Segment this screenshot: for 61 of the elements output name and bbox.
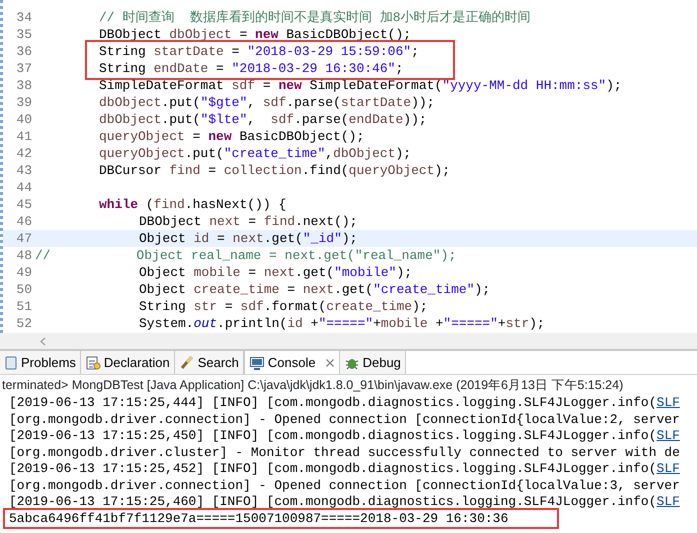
line-number: 48: [15, 247, 33, 264]
line-number: 44: [15, 179, 33, 196]
line-number: 41: [15, 128, 33, 145]
code-line: dbObject.put("$lte", sdf.parse(endDate));: [99, 111, 427, 128]
source-link[interactable]: SLF: [656, 494, 680, 509]
line-number: 51: [15, 298, 33, 315]
console-header: terminated> MongDBTest [Java Application] C:\java\jdk\jdk1.8.0_91\bin\javaw.exe (2019年6月13日 下午5:15:24): [1, 377, 624, 394]
console-line: [2019-06-13 17:15:25,460] [INFO] [com.mongodb.diagnostics.logging.SLF4JLogger.info(: [9, 494, 657, 509]
line-number: 40: [15, 111, 33, 128]
code-line: DBObject dbObject = new BasicDBObject();: [99, 26, 412, 43]
panel-tab[interactable]: Console: [244, 351, 340, 374]
clipboard-icon: [4, 354, 18, 370]
console-line: 5abca6496ff41bf7f1129e7a=====15007100987=====2018-03-29 16:30:36: [9, 510, 508, 526]
line-number: 36: [15, 43, 33, 60]
code-line: dbObject.put("$gte", sdf.parse(startDate));: [99, 94, 434, 111]
code-line: String str = sdf.format(create_time);: [139, 298, 428, 315]
line-number: 35: [15, 26, 33, 43]
code-line: SimpleDateFormat sdf = new SimpleDateFormat("yyyy-MM-dd HH:mm:ss");: [99, 77, 622, 94]
source-link[interactable]: SLF: [656, 461, 680, 476]
console-line: [2019-06-13 17:15:25,450] [INFO] [com.mongodb.diagnostics.logging.SLF4JLogger.info(: [9, 428, 657, 443]
line-number: 47: [15, 230, 33, 247]
monitor-icon: [248, 354, 265, 370]
panel-tab[interactable]: Declaration: [80, 351, 175, 374]
scroll-left-icon[interactable]: [40, 336, 46, 346]
code-line: DBCursor find = collection.find(queryObject);: [99, 162, 450, 179]
line-number: 37: [15, 60, 33, 77]
code-line: String startDate = "2018-03-29 15:59:06";: [99, 43, 419, 60]
code-line: Object id = next.get("_id");: [139, 230, 358, 247]
line-number: 46: [15, 213, 33, 230]
console-line: [2019-06-13 17:15:25,444] [INFO] [com.mongodb.diagnostics.logging.SLF4JLogger.info(: [9, 395, 657, 410]
document-icon: [84, 354, 101, 370]
line-number: 52: [15, 315, 33, 332]
code-line: // 时间查询 数据库看到的时间不是真实时间 加8小时后才是正确的时间: [99, 9, 531, 26]
code-line: while (find.hasNext()) {: [99, 196, 286, 213]
code-line: Object create_time = next.get("create_time");: [139, 281, 490, 298]
code-line: // Object real_name = next.get("real_name");: [35, 247, 456, 264]
code-line: queryObject.put("create_time",dbObject);: [99, 145, 412, 162]
line-number: 39: [15, 94, 33, 111]
source-link[interactable]: SLF: [656, 428, 680, 443]
line-number: 42: [15, 145, 33, 162]
line-number: 43: [15, 162, 33, 179]
flashlight-icon: [178, 354, 195, 370]
panel-tab[interactable]: Search: [174, 351, 244, 374]
source-link[interactable]: SLF: [656, 395, 680, 410]
console-line: [org.mongodb.driver.connection] - Opened connection [connectionId{localValue:2, server: [9, 412, 680, 426]
console-line: [org.mongodb.driver.cluster] - Monitor thread successfully connected to server with de: [9, 444, 680, 460]
panel-tab[interactable]: Problems: [0, 351, 81, 374]
code-line: String endDate = "2018-03-29 16:30:46";: [99, 60, 404, 77]
line-number: 49: [15, 264, 33, 281]
code-line: Object mobile = next.get("mobile");: [139, 264, 412, 281]
code-line: System.out.println(id +"====="+mobile +"====="+str);: [139, 315, 545, 332]
line-number: 34: [15, 9, 33, 26]
console-line: [org.mongodb.driver.connection] - Opened connection [connectionId{localValue:3, server: [9, 478, 680, 492]
console-line: [2019-06-13 17:15:25,452] [INFO] [com.mongodb.diagnostics.logging.SLF4JLogger.info(: [9, 461, 657, 476]
line-number: 50: [15, 281, 33, 298]
panel-tab[interactable]: Debug: [340, 351, 406, 374]
code-line: DBObject next = find.next();: [139, 213, 358, 230]
line-number: 45: [15, 196, 33, 213]
code-line: queryObject = new BasicDBObject();: [99, 128, 364, 145]
line-number: 38: [15, 77, 33, 94]
close-icon[interactable]: [324, 358, 335, 368]
